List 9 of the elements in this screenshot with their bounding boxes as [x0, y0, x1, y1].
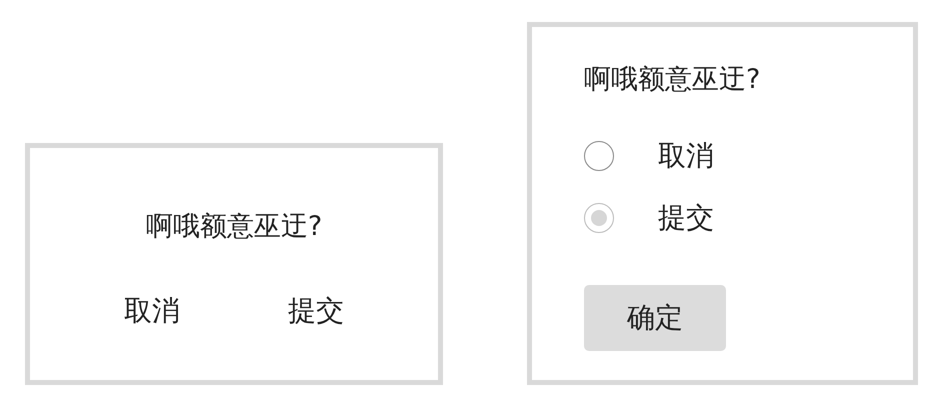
dialog-button[interactable]: 取消	[120, 292, 184, 330]
dialog-question: 啊哦额意巫迂?	[584, 63, 760, 97]
dialog-button[interactable]: 提交	[284, 292, 348, 330]
confirm-button[interactable]: 确定	[584, 285, 726, 351]
radio-button[interactable]	[584, 203, 614, 233]
radio-label: 取消	[658, 138, 714, 174]
radio-label: 提交	[658, 200, 714, 236]
radio-button[interactable]	[584, 141, 614, 171]
dialog-question: 啊哦额意巫迂?	[146, 210, 322, 244]
